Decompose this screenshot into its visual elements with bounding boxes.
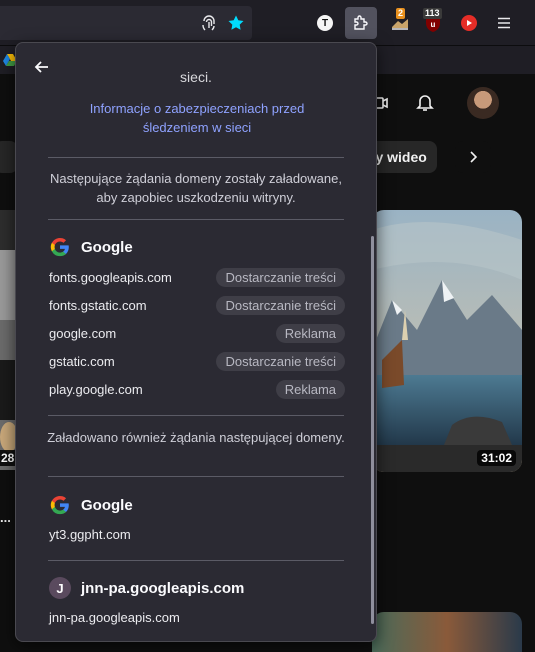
request-row: fonts.gstatic.com Dostarczanie treści: [49, 295, 345, 315]
notifications-bell-icon[interactable]: [414, 91, 436, 113]
request-domain: google.com: [49, 325, 117, 341]
request-domain: yt3.ggpht.com: [49, 527, 131, 542]
google-logo-icon: [50, 237, 69, 257]
divider: [48, 219, 344, 220]
google-logo-icon: [50, 495, 69, 515]
group-google-2: Google: [49, 494, 133, 516]
requests-description: Następujące żądania domeny zostały załad…: [50, 171, 342, 205]
domain-initial-icon: J: [49, 577, 71, 599]
request-domain: play.google.com: [49, 381, 143, 397]
group-jnn-pa: J jnn-pa.googleapis.com: [49, 577, 244, 599]
chip-scroll-next[interactable]: [455, 141, 491, 173]
video-thumbnail-bottom[interactable]: [372, 612, 522, 652]
t-extension-icon[interactable]: T: [313, 11, 337, 35]
request-domain: fonts.googleapis.com: [49, 269, 172, 285]
video-duration-right: 31:02: [477, 450, 516, 466]
divider: [48, 476, 344, 477]
group-google-name: Google: [81, 238, 133, 256]
video-thumbnail-right[interactable]: 31:02: [372, 210, 522, 472]
request-category-tag: Dostarczanie treści: [216, 351, 345, 371]
chip-videos-label: ry wideo: [370, 149, 427, 165]
extensions-puzzle-icon[interactable]: [345, 7, 377, 39]
browser-window: T 2 u 113 S ry wideo: [0, 0, 535, 652]
tracking-protection-info-link[interactable]: Informacje o zabezpieczeniach przed śled…: [56, 99, 338, 137]
divider: [48, 415, 344, 416]
request-domain: gstatic.com: [49, 353, 115, 369]
browser-toolbar: T 2 u 113: [0, 0, 535, 46]
bookmark-star-icon[interactable]: [224, 11, 248, 35]
also-loaded-description: Załadowano również żądania następującej …: [47, 430, 345, 445]
more-ellipsis[interactable]: ...: [0, 510, 11, 525]
divider: [48, 560, 344, 561]
request-row: play.google.com Reklama: [49, 379, 345, 399]
ublock-counter: 113: [423, 8, 442, 19]
request-row: fonts.googleapis.com Dostarczanie treści: [49, 267, 345, 287]
request-domain: jnn-pa.googleapis.com: [49, 610, 180, 625]
tracking-protection-panel: sieci. Informacje o zabezpieczeniach prz…: [15, 42, 377, 642]
request-category-tag: Reklama: [275, 379, 345, 399]
youtube-extension-icon[interactable]: [457, 11, 481, 35]
group-jnn-pa-name: jnn-pa.googleapis.com: [81, 579, 245, 597]
avatar[interactable]: [467, 87, 499, 119]
group-google-2-name: Google: [81, 496, 133, 514]
t-badge-label: T: [317, 15, 333, 31]
menu-icon[interactable]: [492, 11, 516, 35]
fingerprint-icon[interactable]: [197, 11, 221, 35]
request-category-tag: Dostarczanie treści: [216, 295, 345, 315]
request-domain: fonts.gstatic.com: [49, 297, 147, 313]
svg-text:u: u: [431, 20, 436, 29]
panel-scrollbar[interactable]: [371, 236, 374, 624]
request-category-tag: Reklama: [275, 323, 345, 343]
download-extension-icon[interactable]: 2: [388, 8, 412, 35]
request-category-tag: Dostarczanie treści: [216, 267, 345, 287]
download-counter: 2: [396, 8, 406, 19]
group-google: Google: [49, 236, 133, 258]
divider: [48, 157, 344, 158]
partial-heading-text: sieci.: [180, 69, 212, 85]
request-row: gstatic.com Dostarczanie treści: [49, 351, 345, 371]
request-row: google.com Reklama: [49, 323, 345, 343]
chevron-right-icon: [470, 151, 478, 163]
ublock-icon[interactable]: u 113: [421, 8, 445, 35]
